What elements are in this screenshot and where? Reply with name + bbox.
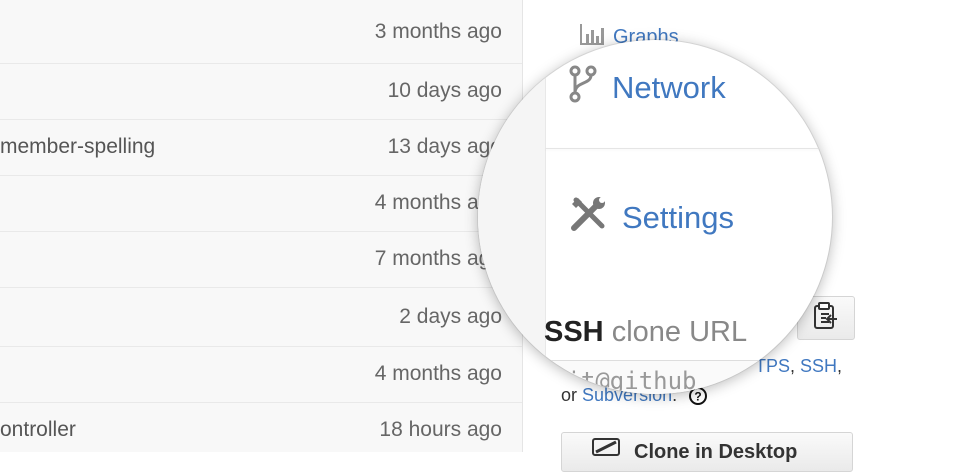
table-row[interactable]: member-spelling 13 days ago [0, 119, 522, 176]
table-row[interactable]: 2 days ago [0, 287, 522, 347]
sidebar-item-settings[interactable]: Settings [568, 194, 734, 242]
magnifier-lens: Network Settings SSH clone URL git@githu… [478, 40, 832, 394]
table-row[interactable]: 4 months ago [0, 175, 522, 232]
sidebar-item-label: Settings [622, 200, 735, 235]
clone-url-title: SSH clone URL [544, 316, 747, 349]
commit-message[interactable]: ontroller [0, 402, 76, 452]
branch-fork-icon [568, 65, 598, 111]
table-row[interactable]: 7 months ago [0, 231, 522, 288]
clone-in-desktop-button[interactable]: Clone in Desktop [561, 432, 853, 472]
desktop-button-label: Clone in Desktop [634, 440, 798, 463]
commit-age: 18 hours ago [379, 418, 502, 441]
clone-title-rest: clone URL [611, 316, 748, 348]
sidebar-item-label: Network [612, 70, 726, 105]
table-row[interactable]: 4 months ago [0, 346, 522, 403]
divider [545, 148, 832, 149]
tools-icon [568, 194, 608, 242]
table-row[interactable]: ontroller 18 hours ago [0, 402, 522, 452]
sidebar-item-network[interactable]: Network [568, 65, 726, 111]
clone-url-field[interactable]: git@github [544, 360, 832, 394]
table-row[interactable]: 3 months ago [0, 0, 522, 64]
table-row[interactable]: 10 days ago [0, 63, 522, 120]
clipboard-icon [813, 301, 839, 335]
clone-protocol: SSH [544, 316, 604, 348]
lens-list-edge [478, 40, 546, 394]
commit-message[interactable]: member-spelling [0, 119, 155, 175]
monitor-icon [592, 438, 620, 466]
file-list: 3 months ago 10 days ago member-spelling… [0, 0, 523, 452]
